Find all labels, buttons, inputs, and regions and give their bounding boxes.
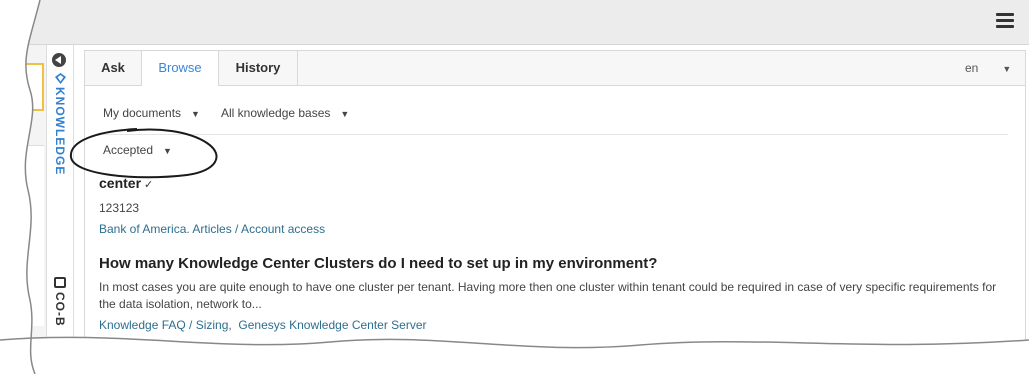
chevron-down-icon: ▼ bbox=[340, 109, 350, 119]
result-breadcrumb: Knowledge FAQ / Sizing, Genesys Knowledg… bbox=[99, 318, 999, 332]
knowledge-bases-filter-dropdown[interactable]: All knowledge bases ▼ bbox=[221, 106, 349, 120]
documents-filter-dropdown[interactable]: My documents ▼ bbox=[103, 106, 200, 120]
chevron-down-icon: ▼ bbox=[1002, 64, 1012, 74]
result-body: 123123 bbox=[99, 201, 140, 215]
search-result: How many Knowledge Center Clusters do I … bbox=[99, 255, 999, 332]
cobrowse-icon bbox=[54, 277, 66, 288]
side-tab-bar: KNOWLEDGE CO-B bbox=[47, 45, 74, 374]
filter-divider bbox=[103, 134, 1008, 135]
result-category-link[interactable]: Bank of America. Articles / Account acce… bbox=[99, 222, 325, 236]
result-breadcrumb: Bank of America. Articles / Account acce… bbox=[99, 222, 999, 236]
left-workspace-strip bbox=[0, 45, 47, 374]
workspace-panel-edge bbox=[20, 145, 44, 326]
tab-ask[interactable]: Ask bbox=[85, 51, 142, 85]
app-window: KNOWLEDGE CO-B Ask Browse History en ▼ My… bbox=[0, 0, 1029, 374]
knowledge-panel: Ask Browse History en ▼ My documents ▼ All… bbox=[69, 50, 1026, 374]
chevron-down-icon[interactable]: ✓ bbox=[144, 179, 153, 191]
result-title[interactable]: center bbox=[99, 175, 141, 191]
chevron-down-icon: ▼ bbox=[191, 109, 200, 119]
tab-browse[interactable]: Browse bbox=[142, 51, 219, 86]
tab-bar: Ask Browse History en ▼ bbox=[85, 51, 1025, 86]
selected-item-edge bbox=[20, 63, 44, 111]
language-select[interactable]: en ▼ bbox=[965, 51, 1011, 85]
tab-history[interactable]: History bbox=[219, 51, 298, 85]
documents-filter-value: My documents bbox=[103, 106, 182, 120]
search-result: center ✓ 123123 Bank of America. Articles… bbox=[99, 175, 999, 236]
knowledge-icon bbox=[54, 73, 66, 84]
top-bar bbox=[0, 0, 1029, 45]
result-category-link[interactable]: Genesys Knowledge Center Server bbox=[238, 318, 426, 332]
result-category-link[interactable]: Knowledge FAQ / Sizing bbox=[99, 318, 228, 332]
link-separator: , bbox=[228, 318, 232, 332]
knowledge-bases-filter-value: All knowledge bases bbox=[221, 106, 331, 120]
result-title[interactable]: How many Knowledge Center Clusters do I … bbox=[99, 255, 999, 272]
cobrowse-side-tab[interactable]: CO-B bbox=[47, 277, 73, 327]
language-value: en bbox=[965, 61, 979, 75]
cobrowse-tab-label: CO-B bbox=[53, 292, 67, 327]
knowledge-tab-label: KNOWLEDGE bbox=[53, 87, 67, 176]
collapse-arrow-icon[interactable] bbox=[52, 53, 66, 67]
hamburger-menu-icon[interactable] bbox=[996, 13, 1014, 29]
result-body: In most cases you are quite enough to ha… bbox=[99, 280, 997, 311]
